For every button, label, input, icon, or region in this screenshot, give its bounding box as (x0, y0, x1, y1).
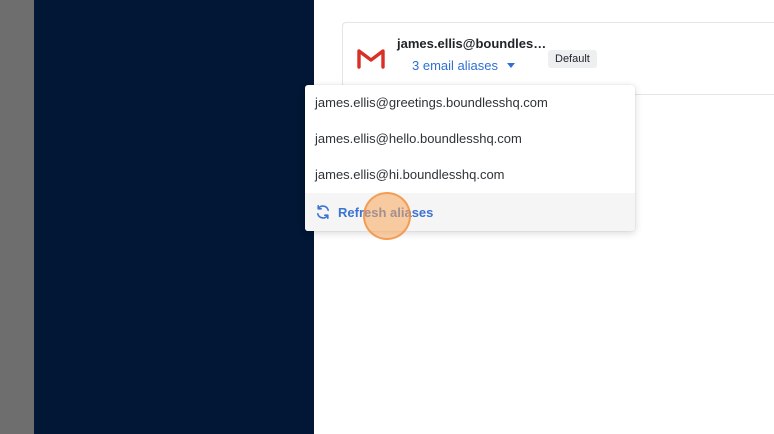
refresh-icon (315, 204, 331, 220)
gmail-icon (356, 46, 386, 70)
alias-item[interactable]: james.ellis@greetings.boundlesshq.com (305, 85, 635, 121)
aliases-dropdown: james.ellis@greetings.boundlesshq.com ja… (305, 85, 635, 231)
refresh-aliases-button[interactable]: Refresh aliases (305, 193, 635, 231)
alias-item[interactable]: james.ellis@hi.boundlesshq.com (305, 157, 635, 193)
email-aliases-toggle[interactable]: 3 email aliases (412, 58, 515, 73)
left-panel-strip (0, 0, 34, 434)
email-aliases-toggle-label: 3 email aliases (412, 58, 498, 73)
default-badge: Default (548, 50, 597, 68)
account-email: james.ellis@boundles… (397, 36, 547, 51)
sidebar-panel (34, 0, 314, 434)
refresh-aliases-label: Refresh aliases (338, 204, 434, 220)
caret-down-icon (507, 63, 515, 68)
alias-item[interactable]: james.ellis@hello.boundlesshq.com (305, 121, 635, 157)
